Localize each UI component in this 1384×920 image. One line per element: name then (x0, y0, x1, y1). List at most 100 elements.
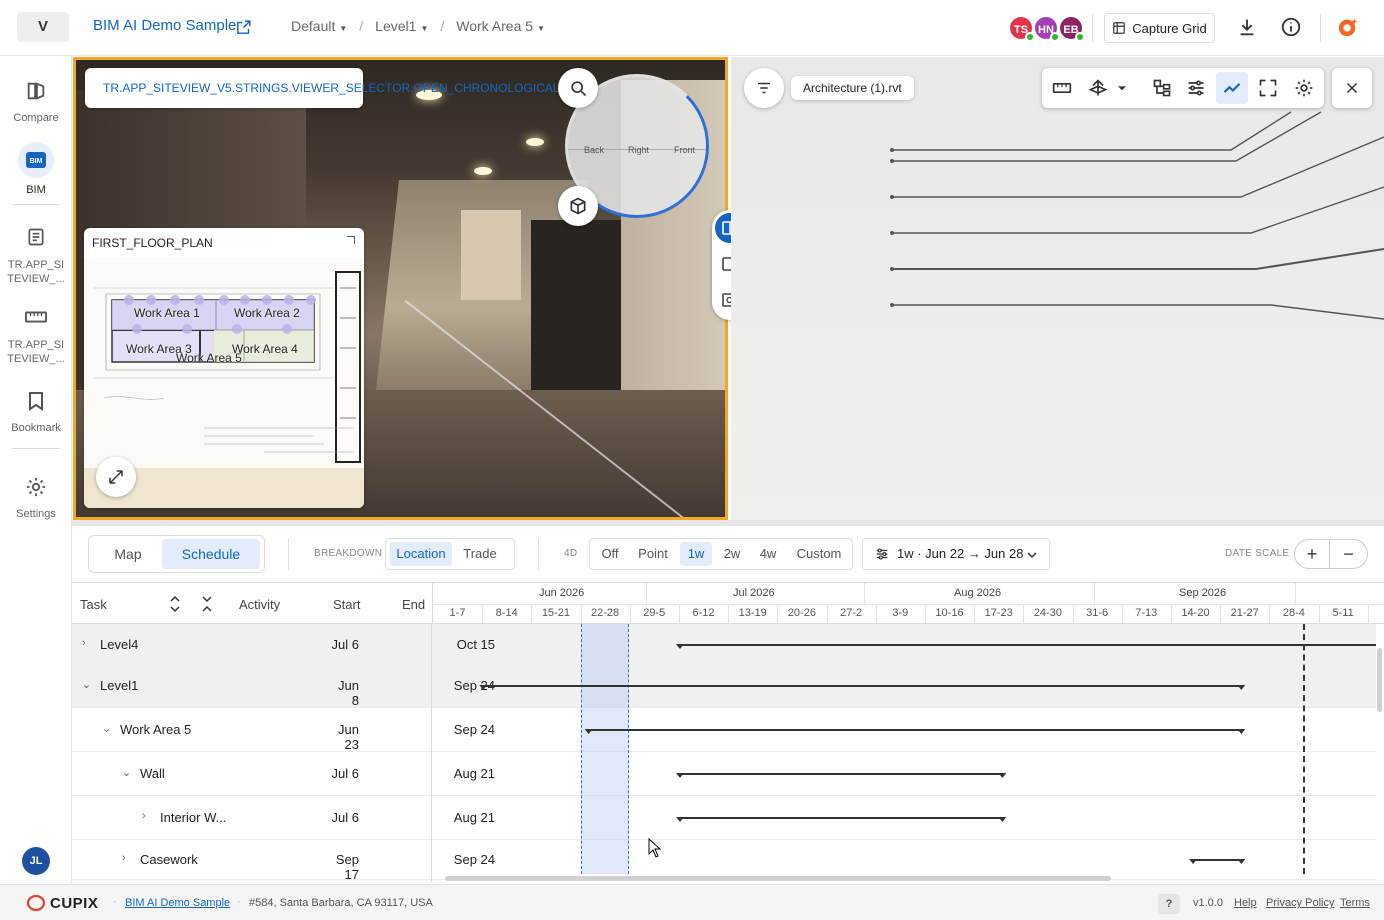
download-icon[interactable] (1236, 16, 1258, 38)
user-avatar[interactable]: JL (22, 847, 50, 875)
info-icon[interactable] (1280, 16, 1302, 38)
capture-point[interactable] (146, 295, 156, 305)
chevron-down-icon[interactable]: ⌄ (82, 678, 91, 691)
chevron-right-icon[interactable]: › (142, 810, 146, 822)
tab-schedule[interactable]: Schedule (162, 539, 260, 569)
capture-point[interactable] (170, 295, 180, 305)
sidebar-item-compare[interactable]: Compare (0, 76, 72, 124)
measure-icon[interactable] (1052, 78, 1072, 98)
privacy-policy-link[interactable]: Privacy Policy (1266, 897, 1334, 909)
gear-icon[interactable] (1294, 78, 1314, 98)
search-view-button[interactable] (558, 68, 598, 108)
sidebar-item-bim[interactable]: BIM BIM (0, 142, 72, 196)
chevron-right-icon[interactable]: › (82, 637, 86, 649)
close-bim-button[interactable] (1332, 68, 1372, 108)
orbit-label-front[interactable]: Front (674, 145, 695, 155)
cupix-ai-icon[interactable] (1337, 16, 1359, 38)
gantt-bar[interactable] (676, 773, 1007, 778)
capture-point[interactable] (306, 295, 316, 305)
chevron-right-icon[interactable]: › (122, 852, 126, 864)
vertical-scrollbar[interactable] (1377, 648, 1382, 712)
fullscreen-icon[interactable] (1258, 78, 1278, 98)
column-header-task[interactable]: Task (80, 597, 107, 612)
external-link-icon[interactable] (235, 19, 252, 36)
filter-button[interactable] (744, 68, 784, 108)
gantt-bar[interactable] (584, 729, 1246, 734)
work-area-label[interactable]: Work Area 1 (134, 306, 200, 320)
model-selector[interactable]: Architecture (1).rvt (791, 76, 914, 100)
gantt-bar[interactable] (676, 817, 1007, 822)
avatar[interactable]: EB (1058, 15, 1085, 42)
orbit-label-right[interactable]: Right (628, 145, 649, 155)
column-header-start[interactable]: Start (333, 597, 360, 612)
horizontal-scrollbar[interactable] (445, 876, 1111, 881)
chevron-down-icon[interactable]: ⌄ (122, 766, 131, 779)
capture-point[interactable] (282, 324, 292, 334)
date-scale-label: DATE SCALE (1225, 548, 1290, 559)
capture-point[interactable] (240, 295, 250, 305)
capture-point[interactable] (124, 295, 134, 305)
adjust-icon[interactable] (1186, 78, 1206, 98)
app-logo[interactable]: V (17, 12, 69, 42)
view-tabs: Map Schedule (88, 535, 265, 573)
zoom-out-button[interactable]: − (1330, 539, 1368, 569)
terms-link[interactable]: Terms (1340, 897, 1370, 909)
footer-project-link[interactable]: BIM AI Demo Sample (125, 897, 230, 909)
expand-minimap-button[interactable] (96, 457, 136, 497)
capture-point[interactable] (284, 295, 294, 305)
breadcrumb-work-area[interactable]: Work Area 5 ▼ (456, 18, 545, 34)
work-area-label[interactable]: Work Area 2 (234, 306, 300, 320)
gantt-bar[interactable] (1189, 859, 1246, 864)
orbit-label-back[interactable]: Back (584, 145, 604, 155)
floor-plan-drawing[interactable]: Work Area 1 Work Area 2 Work Area 3 Work… (84, 258, 364, 468)
sidebar-item-measure[interactable]: TR.APP_SITEVIEW_... (0, 302, 72, 366)
chevron-down-icon[interactable]: ⌄ (102, 722, 111, 735)
capture-point[interactable] (194, 295, 204, 305)
fourd-2w[interactable]: 2w (716, 542, 748, 566)
help-link[interactable]: Help (1234, 897, 1257, 909)
column-header-end[interactable]: End (402, 597, 425, 612)
project-title[interactable]: BIM AI Demo Sample (93, 17, 236, 34)
month-label: Sep 2026 (1179, 587, 1227, 599)
avatar[interactable]: HN (1033, 15, 1060, 42)
fourd-point[interactable]: Point (632, 542, 674, 566)
fourd-off[interactable]: Off (594, 542, 626, 566)
help-badge[interactable]: ? (1158, 894, 1180, 914)
breadcrumb-level1[interactable]: Level1 ▼ (375, 18, 428, 34)
expand-all-icon[interactable] (170, 595, 180, 613)
date-range-picker[interactable]: 1w · Jun 22 → Jun 28 (862, 538, 1050, 570)
work-area-label[interactable]: Work Area 5 (176, 351, 242, 365)
chronological-chip[interactable]: TR.APP_SITEVIEW_V5.STRINGS.VIEWER_SELECT… (85, 68, 560, 108)
capture-point[interactable] (132, 324, 142, 334)
collapse-all-icon[interactable] (202, 595, 212, 613)
capture-point[interactable] (232, 324, 242, 334)
sidebar-item-notes[interactable]: TR.APP_SITEVIEW_... (0, 222, 72, 286)
zoom-in-button[interactable]: + (1294, 539, 1330, 569)
section-plane-icon[interactable] (1088, 78, 1108, 98)
sidebar-item-settings[interactable]: Settings (0, 472, 72, 520)
fourd-1w[interactable]: 1w (680, 542, 712, 566)
sidebar-item-bookmark[interactable]: Bookmark (0, 386, 72, 434)
collapse-icon[interactable] (347, 236, 355, 244)
gantt-bar[interactable] (676, 644, 1376, 649)
trend-icon[interactable] (1222, 78, 1242, 98)
avatar[interactable]: TS (1008, 15, 1035, 42)
bim-geometry (890, 111, 1384, 320)
capture-point[interactable] (182, 324, 192, 334)
capture-point[interactable] (262, 295, 272, 305)
column-header-activity[interactable]: Activity (239, 597, 280, 612)
capture-point[interactable] (219, 295, 229, 305)
capture-grid-button[interactable]: Capture Grid (1104, 13, 1215, 43)
breakdown-location[interactable]: Location (390, 542, 452, 566)
bim-model-viewer[interactable] (731, 57, 1384, 520)
fourd-4w[interactable]: 4w (752, 542, 784, 566)
breakdown-trade[interactable]: Trade (454, 542, 506, 566)
caret-down-icon[interactable] (1116, 78, 1128, 98)
fourd-custom[interactable]: Custom (790, 542, 848, 566)
model-tree-icon[interactable] (1152, 78, 1172, 98)
breadcrumb-default[interactable]: Default ▼ (291, 18, 347, 34)
chronological-link[interactable]: TR.APP_SITEVIEW_V5.STRINGS.VIEWER_SELECT… (103, 81, 560, 95)
tab-map[interactable]: Map (93, 539, 163, 569)
gantt-bar[interactable] (479, 685, 1246, 690)
3d-view-button[interactable] (558, 186, 598, 226)
